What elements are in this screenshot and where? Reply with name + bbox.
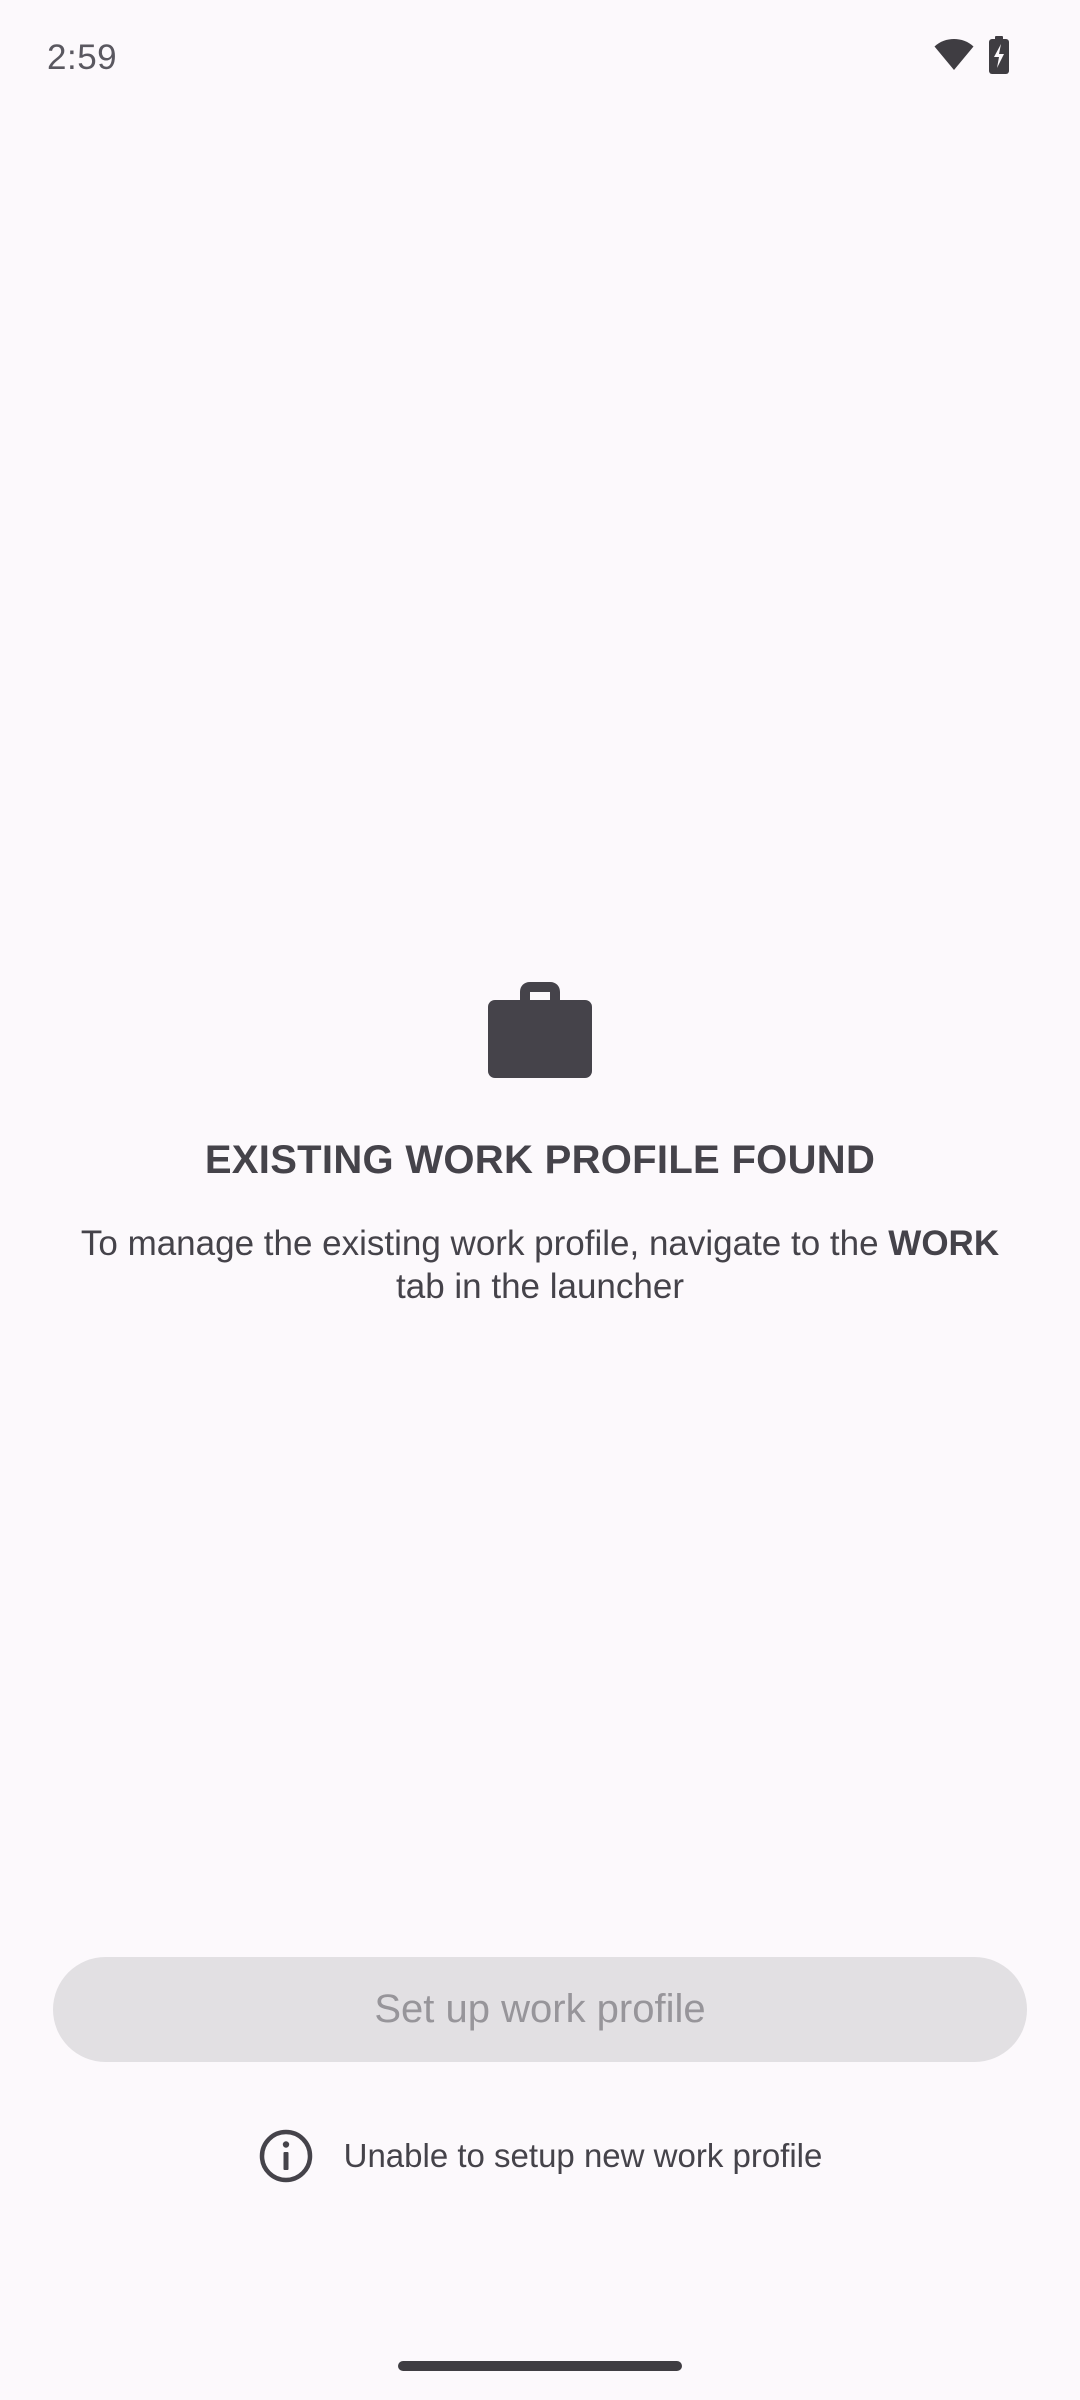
navigation-handle[interactable]	[398, 2361, 682, 2371]
status-time: 2:59	[47, 38, 118, 77]
description-text: To manage the existing work profile, nav…	[80, 1224, 889, 1263]
wifi-icon	[934, 38, 974, 72]
info-text: Unable to setup new work profile	[343, 2137, 823, 2174]
briefcase-icon	[486, 978, 594, 1082]
status-icons	[934, 36, 1010, 74]
setup-work-profile-button[interactable]: Set up work profile	[53, 1957, 1027, 2062]
description: To manage the existing work profile, nav…	[80, 1222, 1000, 1308]
page-title: EXISTING WORK PROFILE FOUND	[204, 1138, 876, 1182]
work-tab-label: WORK	[888, 1224, 1000, 1263]
description-text-end: tab in the launcher	[396, 1267, 684, 1306]
battery-charging-icon	[988, 36, 1010, 74]
info-icon	[258, 2128, 314, 2184]
status-bar: 2:59	[0, 0, 1080, 120]
info-row: Unable to setup new work profile	[0, 2128, 1080, 2184]
